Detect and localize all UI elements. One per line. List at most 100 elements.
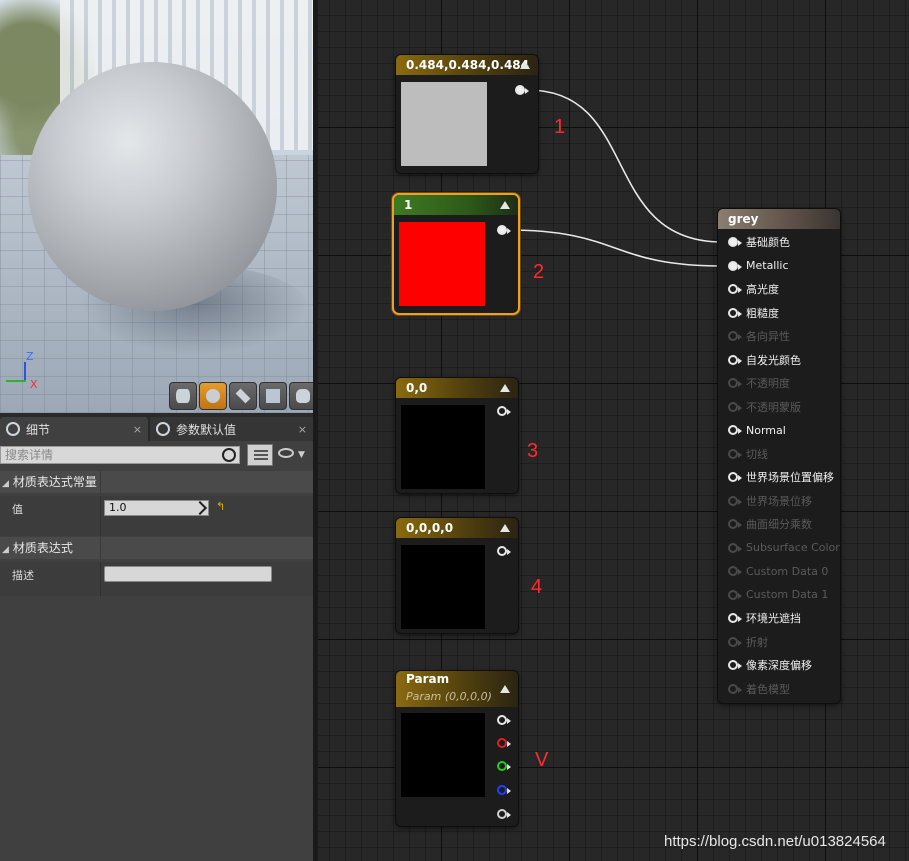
- input-pin[interactable]: [728, 495, 742, 506]
- reset-to-default-icon[interactable]: ↰: [216, 500, 225, 513]
- output-pin-r[interactable]: [497, 738, 511, 748]
- tab-parameter-defaults-close-icon[interactable]: ×: [298, 423, 307, 436]
- output-pin[interactable]: [497, 406, 511, 416]
- result-input-row[interactable]: 高光度: [728, 280, 779, 298]
- input-pin[interactable]: [728, 613, 742, 623]
- input-pin[interactable]: [728, 331, 742, 341]
- constant3-node[interactable]: 0.484,0.484,0.484: [396, 55, 538, 173]
- constant2-node[interactable]: 0,0: [396, 378, 518, 493]
- result-input-row[interactable]: 像素深度偏移: [728, 656, 812, 674]
- output-pin-rgb[interactable]: [497, 715, 511, 725]
- input-pin[interactable]: [728, 284, 742, 294]
- input-pin[interactable]: [728, 542, 742, 553]
- category-expression[interactable]: ◢ 材质表达式: [0, 537, 313, 559]
- node-header[interactable]: grey: [718, 209, 840, 229]
- output-pin-g[interactable]: [497, 761, 511, 771]
- divider: [100, 520, 101, 536]
- tab-details-label: 细节: [26, 422, 51, 437]
- preview-cube-button[interactable]: [259, 382, 287, 410]
- input-pin[interactable]: [728, 307, 742, 318]
- result-input-row[interactable]: 环境光遮挡: [728, 609, 801, 627]
- teapot-icon: [296, 389, 310, 403]
- collapse-arrow-icon[interactable]: [520, 61, 530, 69]
- input-pin[interactable]: [728, 519, 742, 529]
- input-pin[interactable]: [728, 589, 742, 600]
- input-pin[interactable]: [728, 566, 742, 576]
- divider: [100, 537, 101, 559]
- vector-parameter-node[interactable]: Param Param (0,0,0,0): [396, 671, 518, 826]
- collapse-arrow-icon[interactable]: [500, 201, 510, 209]
- output-pin[interactable]: [497, 225, 511, 235]
- input-pin[interactable]: [728, 425, 742, 435]
- material-result-node[interactable]: grey 基础颜色 Metallic 高光度粗糙度各向异性自发光颜色不透明度不透明蒙…: [718, 209, 840, 703]
- output-pin[interactable]: [515, 85, 529, 95]
- result-input-row[interactable]: Normal: [728, 421, 786, 439]
- output-pin[interactable]: [497, 546, 511, 556]
- input-pin-label: 切线: [746, 447, 768, 461]
- collapse-arrow-icon[interactable]: [500, 384, 510, 392]
- chevron-down-icon[interactable]: ▼: [298, 450, 305, 460]
- tab-parameter-defaults-label: 参数默认值: [176, 422, 237, 437]
- result-input-row[interactable]: 各向异性: [728, 327, 790, 345]
- result-input-row[interactable]: 粗糙度: [728, 304, 779, 322]
- input-pin[interactable]: [728, 354, 742, 365]
- tab-details-close-icon[interactable]: ×: [133, 423, 142, 436]
- node-header[interactable]: 0,0: [396, 378, 518, 398]
- panel-splitter[interactable]: [313, 0, 318, 861]
- result-input-row[interactable]: 世界场景位置偏移: [728, 468, 834, 486]
- result-input-row[interactable]: Custom Data 0: [728, 562, 828, 580]
- input-pin[interactable]: [728, 448, 742, 459]
- search-icon[interactable]: [222, 448, 236, 462]
- input-pin[interactable]: [728, 660, 742, 670]
- eye-icon[interactable]: [278, 448, 294, 458]
- input-pin[interactable]: [728, 260, 742, 271]
- collapse-arrow-icon[interactable]: [500, 685, 510, 693]
- result-input-row[interactable]: 世界场景位移: [728, 492, 812, 510]
- result-input-row[interactable]: Subsurface Color: [728, 539, 840, 557]
- preview-plane-button[interactable]: [229, 382, 257, 410]
- value-number-field[interactable]: 1.0: [104, 500, 209, 516]
- preview-sphere-button[interactable]: [199, 382, 227, 410]
- input-pin[interactable]: [728, 401, 742, 412]
- result-input-row[interactable]: 自发光颜色: [728, 351, 801, 369]
- description-text-field[interactable]: [104, 566, 272, 582]
- input-pin-label: 高光度: [746, 283, 779, 296]
- property-row-description: 描述: [0, 562, 313, 586]
- preview-cylinder-button[interactable]: [169, 382, 197, 410]
- input-pin[interactable]: [728, 472, 742, 482]
- collapse-arrow-icon[interactable]: [500, 524, 510, 532]
- cylinder-icon: [176, 389, 190, 403]
- result-input-row[interactable]: 切线: [728, 445, 768, 463]
- result-input-row[interactable]: 不透明度: [728, 374, 790, 392]
- output-pin-a[interactable]: [497, 809, 511, 819]
- details-search-input[interactable]: 搜索详情: [0, 446, 240, 464]
- material-preview-viewport[interactable]: Z X: [0, 0, 313, 413]
- property-matrix-button[interactable]: [247, 444, 273, 466]
- result-input-row[interactable]: Metallic: [728, 257, 789, 275]
- tab-details[interactable]: 细节 ×: [0, 417, 148, 441]
- node-header[interactable]: 0.484,0.484,0.484: [396, 55, 538, 75]
- result-input-row[interactable]: 不透明蒙版: [728, 398, 801, 416]
- result-input-row[interactable]: Custom Data 1: [728, 586, 828, 604]
- constant4-node[interactable]: 0,0,0,0: [396, 518, 518, 633]
- input-pin[interactable]: [728, 683, 742, 694]
- drag-handle-icon[interactable]: [192, 500, 208, 516]
- node-header[interactable]: 1: [394, 195, 518, 215]
- result-input-row[interactable]: 曲面细分乘数: [728, 515, 812, 533]
- result-input-row[interactable]: 基础颜色: [728, 233, 790, 251]
- category-constant[interactable]: ◢ 材质表达式常量: [0, 471, 313, 493]
- annotation-4: 4: [531, 576, 543, 598]
- output-pin-b[interactable]: [497, 785, 511, 795]
- input-pin[interactable]: [728, 237, 742, 247]
- constant-node[interactable]: 1: [394, 195, 518, 313]
- result-input-row[interactable]: 折射: [728, 633, 768, 651]
- input-pin[interactable]: [728, 636, 742, 647]
- result-input-row[interactable]: 着色模型: [728, 680, 790, 698]
- node-header[interactable]: Param Param (0,0,0,0): [396, 671, 518, 707]
- tab-parameter-defaults[interactable]: 参数默认值 ×: [150, 417, 313, 441]
- input-pin[interactable]: [728, 378, 742, 388]
- property-row-spacer: [0, 520, 313, 536]
- node-header[interactable]: 0,0,0,0: [396, 518, 518, 538]
- preview-teapot-button[interactable]: [289, 382, 313, 410]
- cube-icon: [266, 389, 280, 403]
